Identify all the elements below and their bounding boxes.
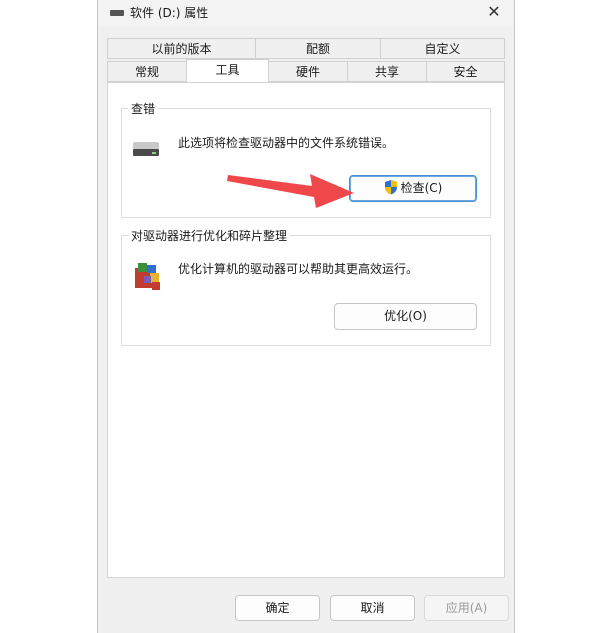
defrag-icon <box>135 263 160 290</box>
tab-quota[interactable]: 配额 <box>255 38 381 59</box>
title-bar: 软件 (D:) 属性 ✕ <box>98 0 514 26</box>
group-title: 对驱动器进行优化和碎片整理 <box>128 227 291 244</box>
tab-security[interactable]: 安全 <box>426 61 505 82</box>
tab-label: 配额 <box>305 42 330 56</box>
cancel-button-label: 取消 <box>360 601 385 615</box>
footer-bar: 确定 取消 应用(A) <box>98 585 514 633</box>
ok-button[interactable]: 确定 <box>235 595 320 621</box>
tab-general[interactable]: 常规 <box>107 61 187 82</box>
properties-dialog: 软件 (D:) 属性 ✕ 以前的版本 配额 自定义 常规 工具 硬件 共享 安全… <box>97 0 515 633</box>
apply-button-label: 应用(A) <box>445 601 488 615</box>
tab-sharing[interactable]: 共享 <box>347 61 427 82</box>
tab-label: 以前的版本 <box>151 42 212 56</box>
tab-tools[interactable]: 工具 <box>186 59 269 82</box>
check-button[interactable]: 检查(C) <box>349 175 477 202</box>
check-button-label: 检查(C) <box>400 181 443 195</box>
annotation-arrow-icon <box>227 174 354 208</box>
close-icon[interactable]: ✕ <box>484 2 504 22</box>
optimize-button-label: 优化(O) <box>384 309 427 323</box>
tab-customize[interactable]: 自定义 <box>380 38 505 59</box>
ok-button-label: 确定 <box>265 601 290 615</box>
optimize-description: 优化计算机的驱动器可以帮助其更高效运行。 <box>178 262 419 276</box>
tab-label: 常规 <box>134 65 159 79</box>
tab-label: 共享 <box>374 65 399 79</box>
check-description: 此选项将检查驱动器中的文件系统错误。 <box>178 136 395 150</box>
optimize-button[interactable]: 优化(O) <box>334 303 477 330</box>
tab-label: 安全 <box>453 65 478 79</box>
tools-panel: 查错 此选项将检查驱动器中的文件系统错误。 检查(C) 对驱动器进行优化和碎片整… <box>107 82 505 578</box>
drive-icon <box>110 10 124 16</box>
tab-previous-versions[interactable]: 以前的版本 <box>107 38 256 59</box>
group-title: 查错 <box>128 100 159 117</box>
cancel-button[interactable]: 取消 <box>330 595 415 621</box>
tab-label: 自定义 <box>424 42 461 56</box>
apply-button[interactable]: 应用(A) <box>424 595 509 621</box>
uac-shield-icon <box>384 180 397 195</box>
tab-label: 硬件 <box>295 65 320 79</box>
tab-hardware[interactable]: 硬件 <box>268 61 348 82</box>
tab-label: 工具 <box>215 63 240 77</box>
window-title: 软件 (D:) 属性 <box>130 6 209 20</box>
hard-drive-icon <box>133 142 159 156</box>
